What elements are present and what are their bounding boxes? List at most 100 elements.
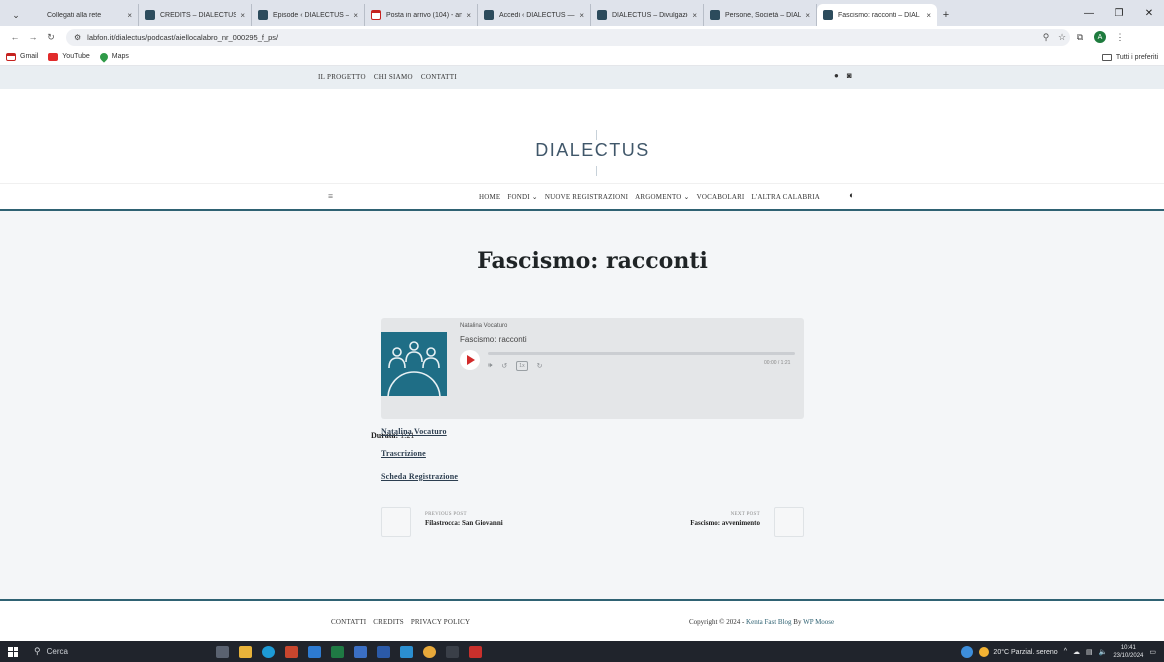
bookmark-youtube[interactable]: YouTube bbox=[48, 52, 90, 61]
profile-avatar[interactable]: A bbox=[1094, 31, 1106, 43]
tab-close-icon[interactable]: × bbox=[127, 11, 132, 20]
prev-post-title[interactable]: Filastrocca: San Giovanni bbox=[425, 519, 503, 527]
notifications-icon[interactable]: ▭ bbox=[1149, 648, 1156, 656]
top-link-contatti[interactable]: CONTATTI bbox=[421, 73, 457, 81]
browser-tab-active[interactable]: Fascismo: racconti – DIAL × bbox=[817, 4, 937, 26]
browser-tab[interactable]: Persone, Società – DIALE × bbox=[704, 4, 817, 26]
minimize-icon[interactable]: — bbox=[1074, 0, 1104, 26]
taskbar-clock[interactable]: 10:41 23/10/2024 bbox=[1113, 644, 1143, 660]
weather-widget[interactable]: 20°C Parzial. sereno bbox=[979, 646, 1058, 657]
page-title: Fascismo: racconti bbox=[477, 248, 708, 274]
next-post[interactable]: NEXT POST Fascismo: avvenimento bbox=[690, 512, 760, 527]
menu-kebab-icon[interactable]: ⋮ bbox=[1110, 28, 1130, 46]
tab-close-icon[interactable]: × bbox=[466, 11, 471, 20]
site-info-icon[interactable]: ⚙ bbox=[74, 33, 81, 42]
browser-tab[interactable]: Collegati alla rete × bbox=[26, 4, 139, 26]
app-icon[interactable] bbox=[446, 645, 459, 658]
top-link-progetto[interactable]: IL PROGETTO bbox=[318, 73, 366, 81]
link-speaker[interactable]: Natalina Vocaturo bbox=[381, 427, 447, 436]
tab-search-icon[interactable]: ⌄ bbox=[6, 4, 26, 26]
top-link-chi-siamo[interactable]: CHI SIAMO bbox=[374, 73, 413, 81]
restore-icon[interactable]: ❐ bbox=[1104, 0, 1134, 26]
windows-start-icon[interactable] bbox=[0, 641, 26, 662]
clock-time: 10:41 bbox=[1120, 644, 1136, 651]
browser-tab[interactable]: Accedi ‹ DIALECTUS — W × bbox=[478, 4, 591, 26]
tab-close-icon[interactable]: × bbox=[805, 11, 810, 20]
theme-toggle-icon[interactable]: ◐ bbox=[849, 190, 854, 200]
url-bar[interactable]: ⚙ labfon.it/dialectus/podcast/aiellocala… bbox=[66, 28, 1070, 46]
tab-close-icon[interactable]: × bbox=[353, 11, 358, 20]
tab-close-icon[interactable]: × bbox=[240, 11, 245, 20]
window-controls: — ❐ ✕ bbox=[1074, 0, 1164, 26]
all-bookmarks-button[interactable]: Tutti i preferiti bbox=[1101, 48, 1158, 66]
edge-icon[interactable] bbox=[262, 645, 275, 658]
prev-post[interactable]: PREVIOUS POST Filastrocca: San Giovanni bbox=[425, 512, 503, 527]
network-icon[interactable]: ▤ bbox=[1086, 648, 1093, 656]
copyright-author-link[interactable]: WP Moose bbox=[803, 618, 834, 626]
browser-tab[interactable]: Posta in arrivo (104) - ang × bbox=[365, 4, 478, 26]
nav-vocabolari[interactable]: VOCABOLARI bbox=[697, 193, 745, 201]
close-window-icon[interactable]: ✕ bbox=[1134, 0, 1164, 26]
next-post-thumb[interactable] bbox=[774, 507, 804, 537]
instagram-icon[interactable]: ◙ bbox=[847, 71, 852, 80]
rewind-icon[interactable]: ↺ bbox=[501, 362, 507, 370]
nav-argomento[interactable]: ARGOMENTO ⌄ bbox=[635, 193, 689, 201]
copyright-theme-link[interactable]: Kenta Fast Blog bbox=[746, 618, 792, 626]
app-tray-icon[interactable] bbox=[961, 645, 974, 658]
tab-close-icon[interactable]: × bbox=[579, 11, 584, 20]
browser-tab[interactable]: DIALECTUS – Divulgazion × bbox=[591, 4, 704, 26]
bookmark-star-icon[interactable]: ☆ bbox=[1054, 32, 1070, 43]
hamburger-menu-icon[interactable]: ≡ bbox=[328, 191, 333, 201]
nav-altra-calabria[interactable]: L'ALTRA CALABRIA bbox=[751, 193, 820, 201]
chrome-icon[interactable] bbox=[423, 645, 436, 658]
calendar-icon[interactable] bbox=[354, 645, 367, 658]
footer-link-credits[interactable]: CREDITS bbox=[373, 618, 404, 626]
task-view-icon[interactable] bbox=[216, 645, 229, 658]
github-icon[interactable]: ● bbox=[834, 71, 839, 80]
file-explorer-icon[interactable] bbox=[239, 645, 252, 658]
speed-button[interactable]: 1x bbox=[516, 361, 528, 371]
onedrive-icon[interactable]: ☁ bbox=[1073, 648, 1080, 656]
tab-close-icon[interactable]: × bbox=[926, 11, 931, 20]
taskbar-search[interactable]: ⚲ Cerca bbox=[26, 641, 196, 662]
nav-fondi[interactable]: FONDI ⌄ bbox=[507, 193, 537, 201]
nav-home[interactable]: HOME bbox=[479, 193, 500, 201]
link-trascrizione[interactable]: Trascrizione bbox=[381, 449, 426, 458]
progress-track[interactable] bbox=[488, 352, 795, 355]
next-post-title[interactable]: Fascismo: avvenimento bbox=[690, 519, 760, 527]
new-tab-button[interactable]: + bbox=[937, 4, 955, 26]
word-icon[interactable] bbox=[377, 645, 390, 658]
tab-title: CREDITS – DIALECTUS bbox=[160, 11, 237, 19]
chevron-up-icon[interactable]: ^ bbox=[1064, 648, 1067, 655]
photos-icon[interactable] bbox=[400, 645, 413, 658]
footer-link-privacy[interactable]: PRIVACY POLICY bbox=[411, 618, 470, 626]
play-button[interactable] bbox=[460, 350, 480, 370]
outlook-icon[interactable] bbox=[308, 645, 321, 658]
next-post-label: NEXT POST bbox=[730, 512, 760, 517]
site-footer: CONTATTI CREDITS PRIVACY POLICY Copyrigh… bbox=[0, 601, 1164, 641]
zoom-icon[interactable]: ⚲ bbox=[1038, 32, 1054, 43]
browser-tab[interactable]: Episode ‹ DIALECTUS — W × bbox=[252, 4, 365, 26]
url-text[interactable]: labfon.it/dialectus/podcast/aiellocalabr… bbox=[87, 33, 1038, 42]
footer-link-contatti[interactable]: CONTATTI bbox=[331, 618, 366, 626]
link-scheda-registrazione[interactable]: Scheda Registrazione bbox=[381, 472, 458, 481]
powerpoint-icon[interactable] bbox=[285, 645, 298, 658]
excel-icon[interactable] bbox=[331, 645, 344, 658]
nav-nuove-registrazioni[interactable]: NUOVE REGISTRAZIONI bbox=[545, 193, 628, 201]
forward-skip-icon[interactable]: ↻ bbox=[537, 362, 543, 370]
acrobat-icon[interactable] bbox=[469, 645, 482, 658]
browser-tab[interactable]: CREDITS – DIALECTUS × bbox=[139, 4, 252, 26]
bookmark-maps[interactable]: Maps bbox=[98, 50, 129, 63]
back-icon[interactable]: ← bbox=[6, 28, 24, 46]
tab-title: DIALECTUS – Divulgazion bbox=[612, 11, 689, 19]
forward-icon[interactable]: → bbox=[24, 28, 42, 46]
speaker-icon[interactable]: 🔈 bbox=[1099, 648, 1108, 656]
prev-post-thumb[interactable] bbox=[381, 507, 411, 537]
tab-close-icon[interactable]: × bbox=[692, 11, 697, 20]
reload-icon[interactable]: ↻ bbox=[42, 28, 60, 46]
volume-icon[interactable]: 🕪 bbox=[488, 362, 492, 370]
social-links: ● ◙ bbox=[834, 71, 852, 80]
bookmark-gmail[interactable]: Gmail bbox=[6, 52, 38, 61]
site-logo[interactable]: DIALECTUS bbox=[0, 140, 1164, 161]
extensions-icon[interactable]: ⧉ bbox=[1070, 28, 1090, 46]
